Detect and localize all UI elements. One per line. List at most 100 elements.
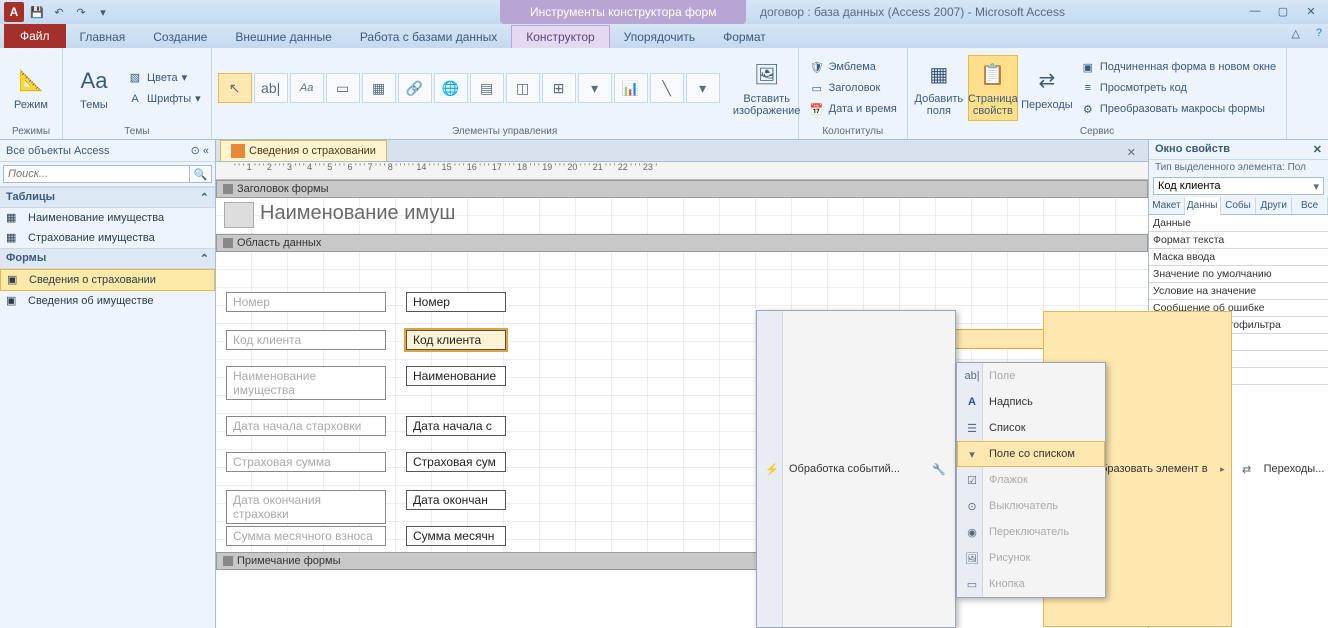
convert-macros-button[interactable]: ⚙Преобразовать макросы формы xyxy=(1076,99,1280,119)
maximize-icon[interactable]: ▢ xyxy=(1270,2,1296,20)
prop-row[interactable]: Данные xyxy=(1149,215,1328,232)
datetime-button[interactable]: 📅Дата и время xyxy=(805,99,901,119)
add-fields-button[interactable]: ▦Добавить поля xyxy=(914,55,964,121)
field-label[interactable]: Дата окончания страховки xyxy=(226,490,386,524)
property-selector-combo[interactable]: Код клиента xyxy=(1153,177,1324,195)
nav-search-input[interactable] xyxy=(3,165,190,183)
select-tool-icon[interactable]: ↖ xyxy=(218,73,252,103)
field-textbox[interactable]: Номер xyxy=(406,292,506,312)
field-textbox[interactable]: Наименование xyxy=(406,366,506,386)
tab-design[interactable]: Конструктор xyxy=(511,25,609,48)
more-controls-icon[interactable]: ▾ xyxy=(686,73,720,103)
view-code-button[interactable]: ≡Просмотреть код xyxy=(1076,78,1280,98)
section-header-bar[interactable]: Заголовок формы xyxy=(216,180,1148,198)
property-sheet-button[interactable]: 📋Страница свойств xyxy=(968,55,1018,121)
submenu-listbox[interactable]: ☰Список xyxy=(957,415,1105,441)
tab-dbtools[interactable]: Работа с базами данных xyxy=(346,26,511,48)
tab-create[interactable]: Создание xyxy=(139,26,221,48)
view-mode-button[interactable]: 📐 Режим xyxy=(6,55,56,121)
label-icon[interactable]: Aa xyxy=(290,73,324,103)
field-textbox-selected[interactable]: Код клиента xyxy=(406,330,506,350)
tab-arrange[interactable]: Упорядочить xyxy=(610,26,709,48)
designer-tab[interactable]: Сведения о страховании xyxy=(220,140,387,161)
search-icon[interactable]: 🔍 xyxy=(190,165,212,183)
field-label[interactable]: Номер xyxy=(226,292,386,312)
logo-button[interactable]: 🛡Эмблема xyxy=(805,57,901,77)
field-textbox[interactable]: Дата окончан xyxy=(406,490,506,510)
menu-tab-order[interactable]: ⇄Переходы... xyxy=(1232,311,1328,627)
close-tab-icon[interactable]: ✕ xyxy=(1121,144,1142,161)
combo-icon[interactable]: ▾ xyxy=(578,73,612,103)
minimize-ribbon-icon[interactable]: △ xyxy=(1292,27,1300,40)
prop-tab-all[interactable]: Все xyxy=(1292,197,1328,214)
nav-collapse-icon[interactable]: ⊙ « xyxy=(191,144,209,157)
subform-button[interactable]: ▣Подчиненная форма в новом окне xyxy=(1076,57,1280,77)
menu-events[interactable]: ⚡Обработка событий... xyxy=(757,311,924,627)
chart-icon[interactable]: 📊 xyxy=(614,73,648,103)
submenu-button[interactable]: ▭Кнопка xyxy=(957,571,1105,597)
prop-tab-data[interactable]: Данны xyxy=(1185,197,1221,215)
field-label[interactable]: Страховая сумма xyxy=(226,452,386,472)
collapse-icon[interactable]: ⌃ xyxy=(200,191,209,204)
nav-item-form[interactable]: ▣Сведения о страховании xyxy=(0,269,215,291)
qat-dropdown-icon[interactable]: ▾ xyxy=(94,3,112,21)
tab-order-button[interactable]: ⇄Переходы xyxy=(1022,55,1072,121)
textbox-icon[interactable]: ab| xyxy=(254,73,288,103)
nav-item-table[interactable]: ▦Наименование имущества xyxy=(0,208,215,228)
save-icon[interactable]: 💾 xyxy=(28,3,46,21)
tab-external[interactable]: Внешние данные xyxy=(221,26,346,48)
field-label[interactable]: Сумма месячного взноса xyxy=(226,526,386,546)
field-textbox[interactable]: Страховая сум xyxy=(406,452,506,472)
colors-button[interactable]: ▧Цвета ▾ xyxy=(123,68,205,88)
nav-group-forms[interactable]: Формы⌃ xyxy=(0,248,215,269)
fonts-button[interactable]: AШрифты ▾ xyxy=(123,89,205,109)
prop-row[interactable]: Условие на значение xyxy=(1149,283,1328,300)
prop-tab-format[interactable]: Макет xyxy=(1149,197,1185,214)
submenu-combobox[interactable]: ▾Поле со списком xyxy=(957,441,1105,467)
prop-tab-events[interactable]: Собы xyxy=(1221,197,1257,214)
close-icon[interactable]: ✕ xyxy=(1313,143,1322,156)
option-group-icon[interactable]: ◫ xyxy=(506,73,540,103)
controls-gallery[interactable]: ↖ ab| Aa ▭ ▦ 🔗 🌐 ▤ ◫ ⊞ ▾ 📊 ╲ ▾ xyxy=(218,73,738,103)
nav-item-table[interactable]: ▦Страхование имущества xyxy=(0,228,215,248)
tab-format[interactable]: Формат xyxy=(709,26,780,48)
hyperlink-icon[interactable]: 🔗 xyxy=(398,73,432,103)
nav-header[interactable]: Все объекты Access ⊙ « xyxy=(0,140,215,162)
insert-image-button[interactable]: 🖼 Вставить изображение xyxy=(742,55,792,121)
help-icon[interactable]: ? xyxy=(1316,27,1322,39)
web-icon[interactable]: 🌐 xyxy=(434,73,468,103)
tab-home[interactable]: Главная xyxy=(66,26,140,48)
redo-icon[interactable]: ↷ xyxy=(72,3,90,21)
prop-row[interactable]: Значение по умолчанию xyxy=(1149,266,1328,283)
pagebreak-icon[interactable]: ⊞ xyxy=(542,73,576,103)
field-textbox[interactable]: Дата начала с xyxy=(406,416,506,436)
nav-icon[interactable]: ▤ xyxy=(470,73,504,103)
tab-control-icon[interactable]: ▦ xyxy=(362,73,396,103)
submenu-toggle[interactable]: ⊙Выключатель xyxy=(957,493,1105,519)
collapse-icon[interactable]: ⌃ xyxy=(200,252,209,265)
prop-row[interactable]: Формат текста xyxy=(1149,232,1328,249)
form-title-label[interactable]: Наименование имуш xyxy=(260,202,455,225)
form-logo-placeholder[interactable] xyxy=(224,202,254,228)
submenu-image[interactable]: 🖼Рисунок xyxy=(957,545,1105,571)
section-detail-bar[interactable]: Область данных xyxy=(216,234,1148,252)
field-label[interactable]: Наименование имущества xyxy=(226,366,386,400)
form-header-area[interactable]: Наименование имуш xyxy=(216,198,1148,234)
title-button[interactable]: ▭Заголовок xyxy=(805,78,901,98)
field-textbox[interactable]: Сумма месячн xyxy=(406,526,506,546)
themes-button[interactable]: Aa Темы xyxy=(69,55,119,121)
submenu-checkbox[interactable]: ☑Флажок xyxy=(957,467,1105,493)
minimize-icon[interactable]: — xyxy=(1242,2,1268,20)
prop-tab-other[interactable]: Други xyxy=(1256,197,1292,214)
line-icon[interactable]: ╲ xyxy=(650,73,684,103)
submenu-option[interactable]: ◉Переключатель xyxy=(957,519,1105,545)
undo-icon[interactable]: ↶ xyxy=(50,3,68,21)
nav-group-tables[interactable]: Таблицы⌃ xyxy=(0,187,215,208)
close-icon[interactable]: ✕ xyxy=(1298,2,1324,20)
nav-item-form[interactable]: ▣Сведения об имуществе xyxy=(0,291,215,311)
submenu-textbox[interactable]: ab|Поле xyxy=(957,363,1105,389)
field-label[interactable]: Код клиента xyxy=(226,330,386,350)
button-icon[interactable]: ▭ xyxy=(326,73,360,103)
file-tab[interactable]: Файл xyxy=(4,24,66,48)
submenu-label[interactable]: AНадпись xyxy=(957,389,1105,415)
